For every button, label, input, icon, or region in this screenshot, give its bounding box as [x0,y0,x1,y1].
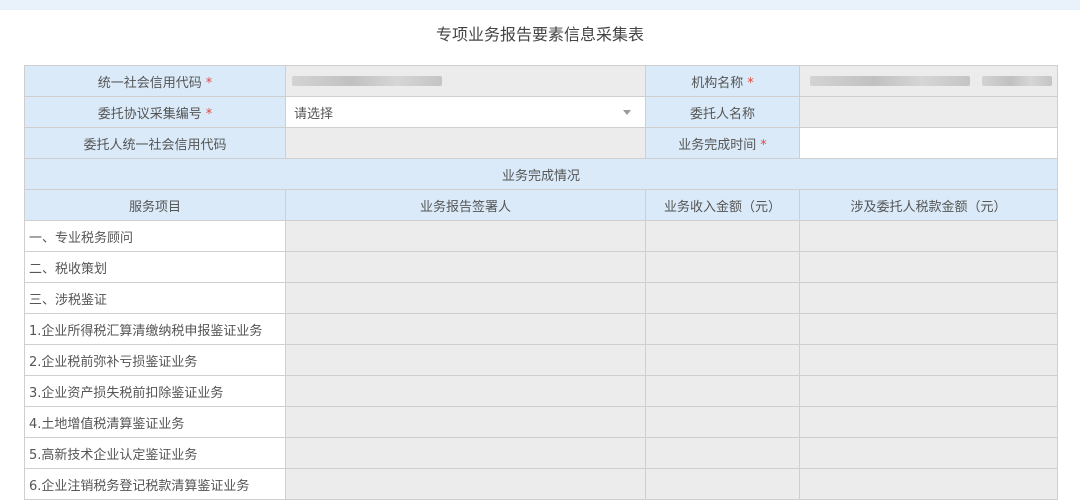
table-row: 二、税收策划 [24,251,1058,283]
table-header-row: 服务项目 业务报告签署人 业务收入金额（元） 涉及委托人税款金额（元） [24,189,1058,221]
signer-cell [285,282,646,314]
table-row: 3.企业资产损失税前扣除鉴证业务 [24,375,1058,407]
agreement-no-label: 委托协议采集编号 * [24,96,286,128]
top-bar [0,0,1080,10]
service-item-label: 5.高新技术企业认定鉴证业务 [24,437,286,469]
chevron-down-icon [623,110,631,115]
table-row: 2.企业税前弥补亏损鉴证业务 [24,344,1058,376]
service-item-label: 6.企业注销税务登记税款清算鉴证业务 [24,468,286,500]
org-name-value [799,65,1058,97]
table-row: 4.土地增值税清算鉴证业务 [24,406,1058,438]
signer-cell [285,220,646,252]
agreement-no-placeholder: 请选择 [294,106,334,122]
table-row: 一、专业税务顾问 [24,220,1058,252]
credit-code-value [285,65,646,97]
service-item-label: 二、税收策划 [24,251,286,283]
service-item-label: 1.企业所得税汇算清缴纳税申报鉴证业务 [24,313,286,345]
service-item-label: 3.企业资产损失税前扣除鉴证业务 [24,375,286,407]
service-item-label: 三、涉税鉴证 [24,282,286,314]
section-title: 业务完成情况 [24,158,1058,190]
table-row: 三、涉税鉴证 [24,282,1058,314]
redacted-credit-code [292,76,442,86]
tax-amount-cell [799,251,1058,283]
income-cell [645,406,800,438]
income-cell [645,437,800,469]
tax-amount-cell [799,313,1058,345]
signer-cell [285,406,646,438]
col-header-tax: 涉及委托人税款金额（元） [799,189,1058,221]
org-name-label: 机构名称 * [645,65,800,97]
credit-code-label: 统一社会信用代码 * [24,65,286,97]
tax-amount-cell [799,375,1058,407]
income-cell [645,344,800,376]
client-credit-code-label: 委托人统一社会信用代码 [24,127,286,159]
client-credit-code-value [285,127,646,159]
collection-form: 统一社会信用代码 * 机构名称 * 委托协议采集编号 * 请选择 委托人名称 委托人统… [24,65,1058,500]
signer-cell [285,375,646,407]
service-item-label: 4.土地增值税清算鉴证业务 [24,406,286,438]
income-cell [645,313,800,345]
complete-time-input[interactable] [799,127,1058,159]
redacted-org-name-2 [982,76,1052,86]
income-cell [645,251,800,283]
signer-cell [285,468,646,500]
tax-amount-cell [799,220,1058,252]
signer-cell [285,251,646,283]
signer-cell [285,313,646,345]
client-name-value [799,96,1058,128]
service-item-label: 2.企业税前弥补亏损鉴证业务 [24,344,286,376]
table-row: 6.企业注销税务登记税款清算鉴证业务 [24,468,1058,500]
page-title: 专项业务报告要素信息采集表 [435,25,644,44]
table-row: 1.企业所得税汇算清缴纳税申报鉴证业务 [24,313,1058,345]
tax-amount-cell [799,406,1058,438]
service-item-label: 一、专业税务顾问 [24,220,286,252]
col-header-signer: 业务报告签署人 [285,189,646,221]
income-cell [645,282,800,314]
col-header-income: 业务收入金额（元） [645,189,800,221]
signer-cell [285,437,646,469]
income-cell [645,468,800,500]
income-cell [645,220,800,252]
table-row: 5.高新技术企业认定鉴证业务 [24,437,1058,469]
complete-time-label: 业务完成时间 * [645,127,800,159]
agreement-no-select[interactable]: 请选择 [285,96,646,128]
tax-amount-cell [799,344,1058,376]
tax-amount-cell [799,437,1058,469]
section-row: 业务完成情况 [24,158,1058,190]
tax-amount-cell [799,468,1058,500]
income-cell [645,375,800,407]
tax-amount-cell [799,282,1058,314]
col-header-service: 服务项目 [24,189,286,221]
redacted-org-name [810,76,970,86]
form-row-agreement: 委托协议采集编号 * 请选择 委托人名称 [24,96,1058,128]
form-row-client-code: 委托人统一社会信用代码 业务完成时间 * [24,127,1058,159]
client-name-label: 委托人名称 [645,96,800,128]
form-row-credit: 统一社会信用代码 * 机构名称 * [24,65,1058,97]
signer-cell [285,344,646,376]
